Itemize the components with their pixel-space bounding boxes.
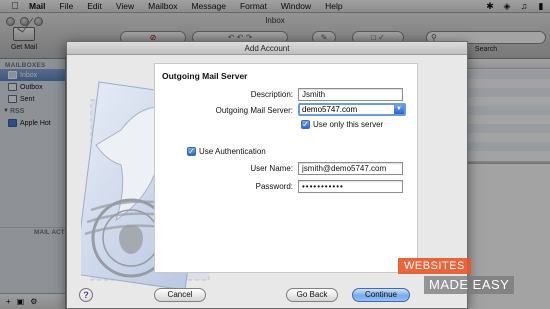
watermark-line2: MADE EASY (424, 276, 515, 294)
go-back-button[interactable]: Go Back (286, 288, 338, 302)
dialog-title: Add Account (67, 42, 467, 55)
section-title: Outgoing Mail Server (162, 71, 248, 81)
outgoing-server-combobox[interactable]: ▼ (298, 103, 406, 116)
checkmark-icon: ✓ (187, 147, 196, 156)
settings-panel: Outgoing Mail Server Description: Outgoi… (154, 63, 418, 273)
watermark-line1: WEBSITES (398, 258, 471, 274)
password-field[interactable] (298, 180, 403, 193)
dropdown-arrow-icon[interactable]: ▼ (394, 105, 404, 114)
username-label: User Name: (250, 164, 293, 173)
websites-made-easy-watermark: WEBSITES MADE EASY (398, 258, 533, 300)
use-only-this-server-checkbox[interactable]: ✓ Use only this server (301, 120, 383, 129)
help-button[interactable]: ? (79, 288, 93, 302)
outgoing-server-label: Outgoing Mail Server: (215, 106, 293, 115)
description-field[interactable] (298, 88, 403, 101)
description-label: Description: (250, 90, 293, 99)
use-authentication-label: Use Authentication (199, 147, 266, 156)
use-only-this-server-label: Use only this server (313, 120, 384, 129)
outgoing-server-input[interactable] (302, 105, 394, 114)
use-authentication-checkbox[interactable]: ✓ Use Authentication (187, 147, 266, 156)
password-label: Password: (255, 182, 293, 191)
checkmark-icon: ✓ (301, 120, 310, 129)
username-field[interactable] (298, 162, 403, 175)
cancel-button[interactable]: Cancel (154, 288, 206, 302)
